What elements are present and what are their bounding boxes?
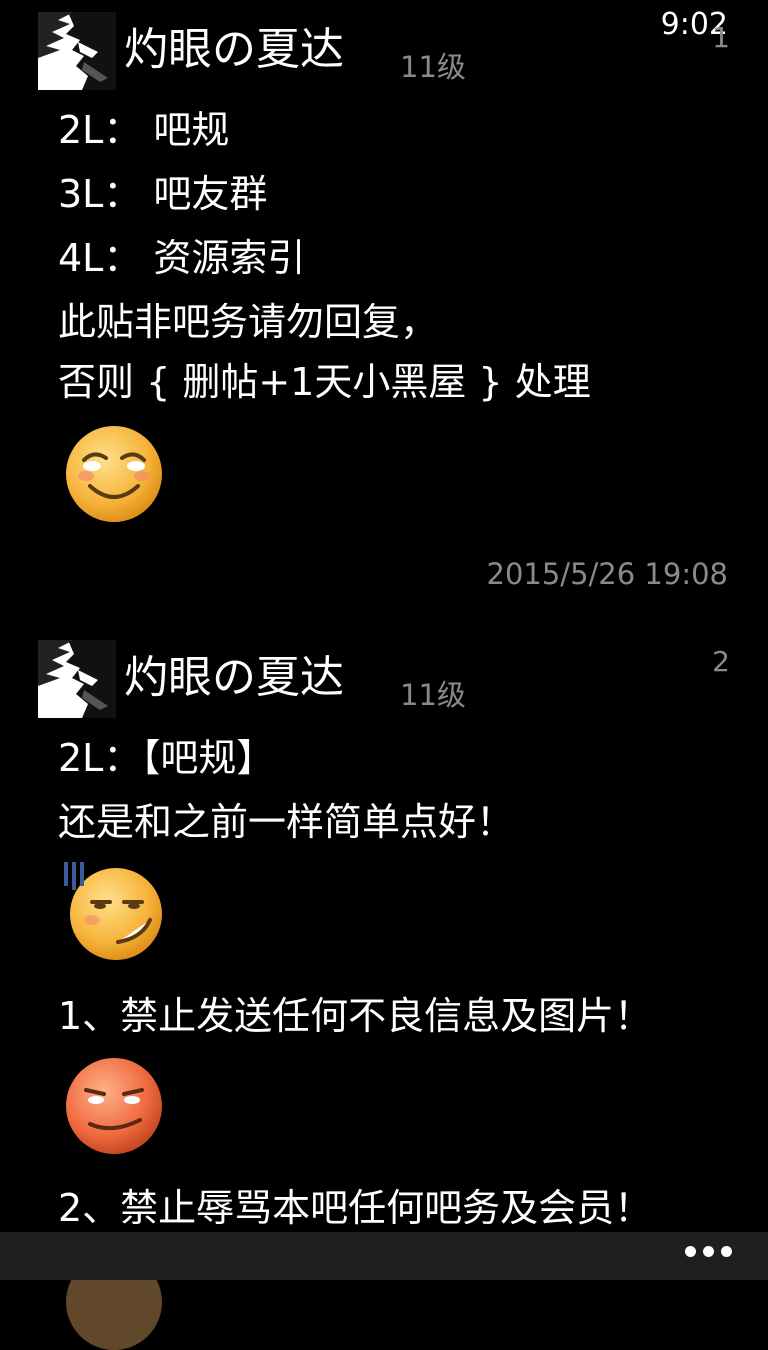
content-line: 此贴非吧务请勿回复，: [58, 300, 439, 344]
content-line: 4L： 资源索引: [58, 236, 306, 280]
content-line: 1、禁止发送任何不良信息及图片！: [58, 994, 653, 1038]
smile-emoticon: [66, 426, 162, 522]
app-bar: [0, 1232, 768, 1280]
floor-number: 2: [712, 645, 730, 678]
content-line: 2L：【吧规】: [58, 736, 275, 780]
red-smirk-emoticon: [66, 1058, 162, 1154]
sweat-smirk-emoticon: [64, 862, 162, 960]
content-line: 还是和之前一样简单点好！: [58, 800, 515, 844]
content-line: 否则 { 删帖+1天小黑屋 } 处理: [58, 360, 591, 404]
user-level: 11级: [400, 678, 466, 712]
floor-number: 1: [712, 21, 730, 54]
username[interactable]: 灼眼の夏达: [124, 653, 344, 702]
post-floor-2[interactable]: 灼眼の夏达 11级 2 2L：【吧规】 还是和之前一样简单点好！ 1、禁止发送任…: [0, 640, 768, 1350]
post-timestamp: 2015/5/26 19:08: [486, 557, 729, 591]
username[interactable]: 灼眼の夏达: [124, 25, 344, 74]
content-line: 2、禁止辱骂本吧任何吧务及会员！: [58, 1186, 653, 1230]
content-line: 3L： 吧友群: [58, 172, 268, 216]
post-floor-1[interactable]: 灼眼の夏达 11级 1 2L： 吧规 3L： 吧友群 4L： 资源索引 此贴非吧…: [0, 12, 768, 612]
avatar[interactable]: [38, 640, 116, 718]
avatar[interactable]: [38, 12, 116, 90]
content-line: 2L： 吧规: [58, 108, 230, 152]
user-level: 11级: [400, 50, 466, 84]
more-dots-icon[interactable]: [685, 1246, 732, 1257]
